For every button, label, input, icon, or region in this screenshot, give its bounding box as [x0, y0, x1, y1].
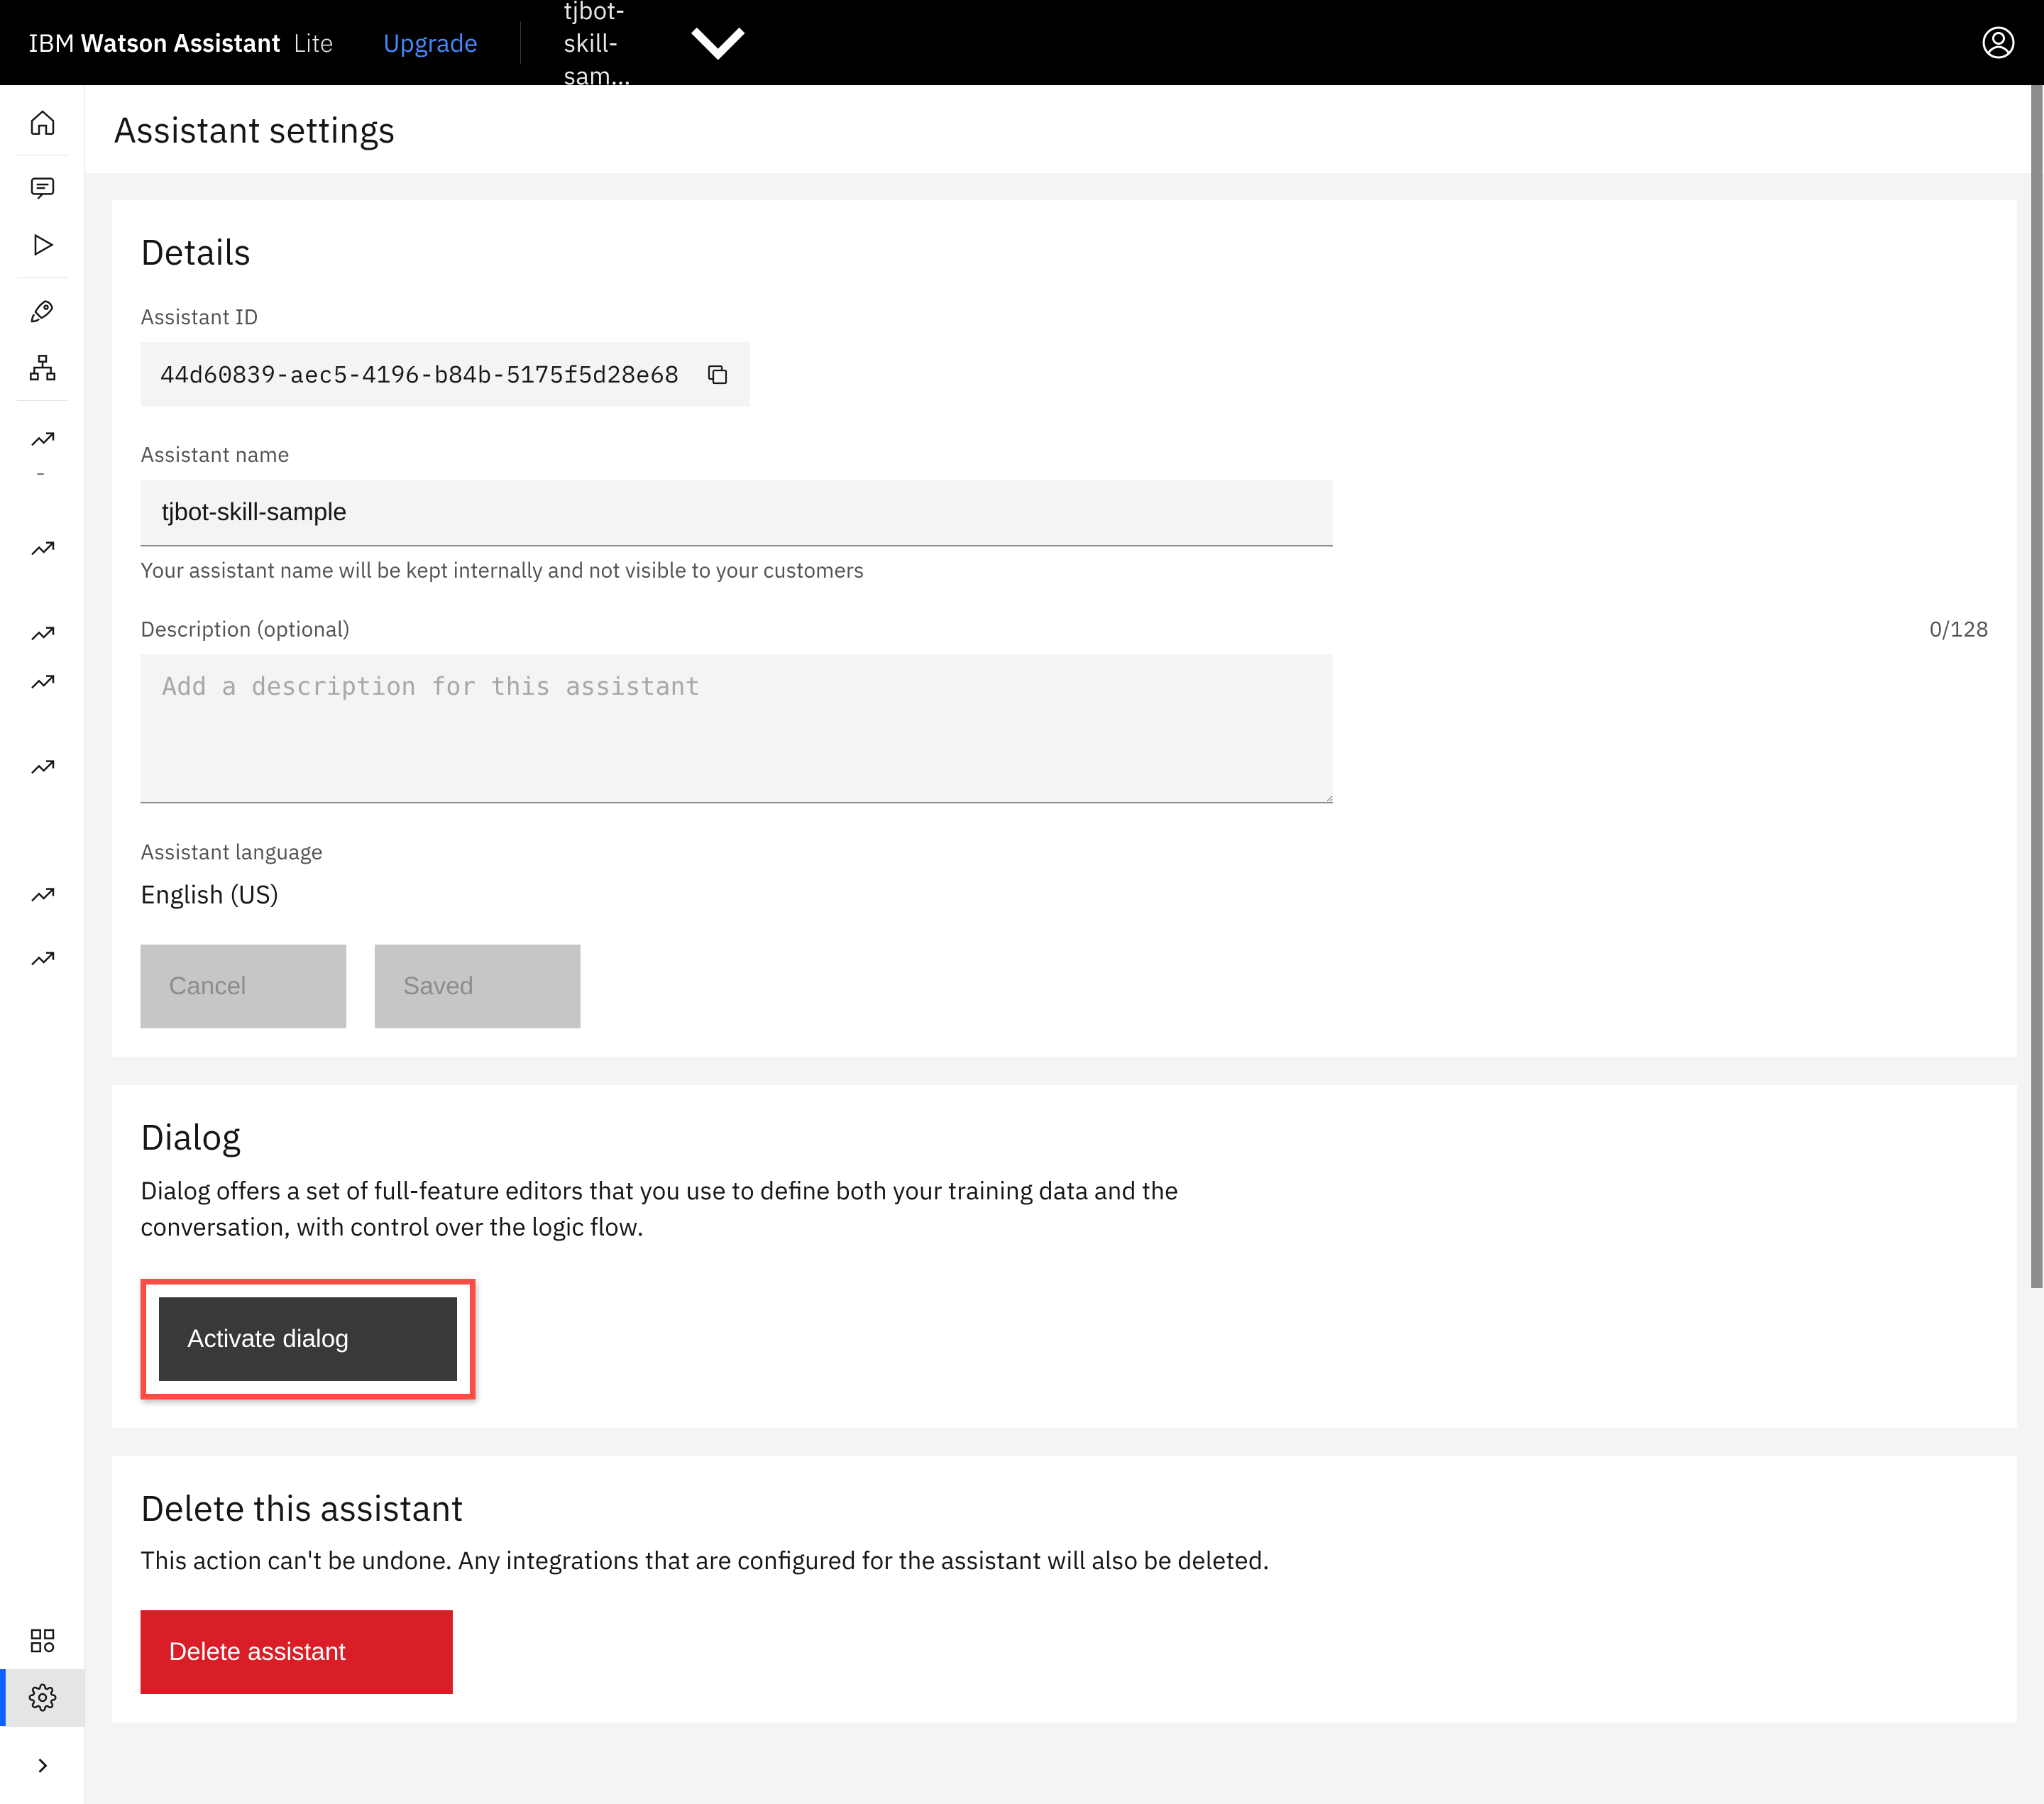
nav-expand-toggle[interactable]: [0, 1726, 84, 1804]
user-avatar-icon: [1982, 26, 2016, 60]
description-count: 0/128: [1930, 615, 1989, 643]
nav-sep: [17, 277, 67, 278]
chevron-down-icon: [670, 0, 766, 91]
cancel-button: Cancel: [141, 945, 346, 1028]
details-heading: Details: [141, 229, 1989, 275]
nav-sep: [17, 400, 67, 401]
nav-chat[interactable]: [0, 160, 84, 216]
skill-switcher[interactable]: tjbot-skill-sam…: [564, 0, 766, 92]
assistant-id-box: 44d60839-aec5-4196-b84b-5175f5d28e68: [141, 342, 750, 407]
brand: IBM Watson Assistant: [28, 26, 281, 59]
language-value: English (US): [141, 877, 1989, 911]
chevron-right-icon: [30, 1753, 55, 1778]
skill-switcher-label: tjbot-skill-sam…: [564, 0, 650, 92]
assistant-id-value: 44d60839-aec5-4196-b84b-5175f5d28e68: [160, 359, 679, 390]
description-textarea[interactable]: [141, 654, 1333, 803]
details-card: Details Assistant ID 44d60839-aec5-4196-…: [112, 200, 2017, 1057]
assistant-name-helper: Your assistant name will be kept interna…: [141, 556, 1989, 584]
nav-publish[interactable]: [0, 282, 84, 339]
nav-analytics-7[interactable]: [0, 930, 84, 987]
delete-description: This action can't be undone. Any integra…: [141, 1544, 1989, 1576]
nav-home[interactable]: [0, 94, 84, 150]
tutorial-highlight: Activate dialog: [141, 1279, 476, 1399]
page-title: Assistant settings: [114, 106, 395, 153]
gear-icon: [28, 1683, 57, 1712]
nav-analytics-4[interactable]: [0, 654, 84, 710]
nav-settings[interactable]: [0, 1669, 84, 1726]
page-title-bar: Assistant settings: [85, 85, 2044, 173]
analytics-icon: [28, 620, 57, 648]
analytics-icon: [28, 945, 57, 973]
assistant-name-label: Assistant name: [141, 441, 1989, 468]
language-label: Assistant language: [141, 838, 1989, 866]
main-area: Assistant settings Details Assistant ID …: [85, 85, 2044, 1804]
scrollbar-thumb[interactable]: [2031, 85, 2043, 1288]
assistant-name-input[interactable]: [141, 480, 1333, 546]
left-nav: [0, 85, 85, 1804]
home-icon: [28, 108, 57, 136]
top-header: IBM Watson Assistant Lite Upgrade tjbot-…: [0, 0, 2044, 85]
description-label: Description (optional): [141, 615, 351, 643]
copy-id-button[interactable]: [705, 362, 730, 387]
analytics-icon: [28, 668, 57, 696]
nav-analytics-5[interactable]: [0, 739, 84, 796]
play-icon: [28, 231, 57, 259]
saved-button: Saved: [375, 945, 581, 1028]
nav-environments[interactable]: [0, 339, 84, 396]
user-avatar-button[interactable]: [1982, 26, 2016, 60]
dialog-heading: Dialog: [141, 1113, 1989, 1160]
nav-analytics-6[interactable]: [0, 867, 84, 923]
nav-analytics-1b[interactable]: [0, 456, 84, 492]
upgrade-link[interactable]: Upgrade: [383, 26, 478, 59]
nav-preview[interactable]: [0, 216, 84, 273]
header-divider: [520, 21, 521, 64]
nav-analytics-2[interactable]: [0, 520, 84, 577]
delete-card: Delete this assistant This action can't …: [112, 1456, 2017, 1722]
analytics-icon: [28, 534, 57, 563]
dialog-description: Dialog offers a set of full-feature edit…: [141, 1172, 1219, 1245]
delete-assistant-button[interactable]: Delete assistant: [141, 1610, 453, 1694]
plan-badge: Lite: [294, 26, 334, 59]
hierarchy-icon: [28, 353, 57, 382]
copy-icon: [705, 362, 730, 387]
details-button-row: Cancel Saved: [141, 945, 1989, 1028]
analytics-icon: [28, 753, 57, 781]
activate-dialog-button[interactable]: Activate dialog: [159, 1297, 457, 1381]
dialog-card: Dialog Dialog offers a set of full-featu…: [112, 1085, 2017, 1428]
rocket-icon: [28, 297, 57, 325]
integrations-icon: [28, 1627, 57, 1655]
underline-icon: [32, 467, 53, 481]
brand-prefix: IBM: [28, 26, 75, 59]
content-scroll[interactable]: Details Assistant ID 44d60839-aec5-4196-…: [85, 173, 2044, 1804]
assistant-id-label: Assistant ID: [141, 303, 1989, 331]
analytics-icon: [28, 425, 57, 453]
chat-icon: [28, 174, 57, 202]
nav-integrations[interactable]: [0, 1612, 84, 1669]
delete-heading: Delete this assistant: [141, 1485, 1989, 1531]
analytics-icon: [28, 881, 57, 909]
brand-main: Watson Assistant: [80, 26, 280, 59]
scrollbar-track[interactable]: [2030, 85, 2044, 1804]
